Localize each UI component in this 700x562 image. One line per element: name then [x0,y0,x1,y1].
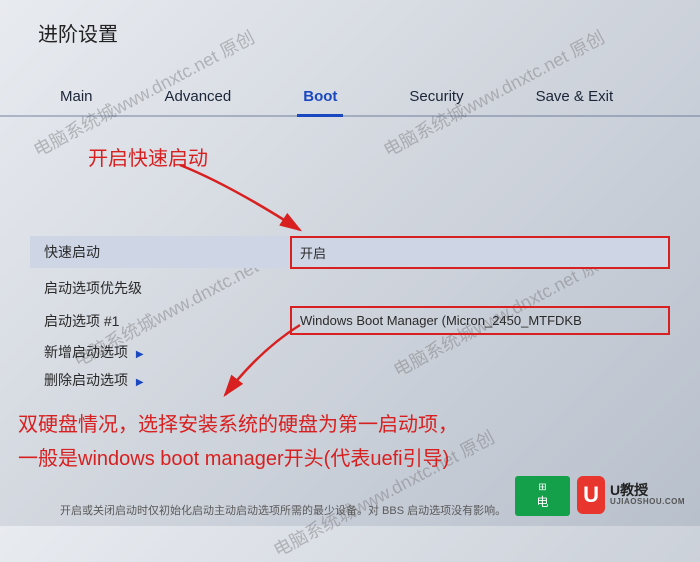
tab-main[interactable]: Main [60,78,93,115]
setting-boot-option-1[interactable]: 启动选项 #1 Windows Boot Manager (Micron_245… [30,306,670,335]
brand1-text: 电 [536,493,548,510]
add-boot-label: 新增启动选项 ▶ [30,342,290,362]
boot-priority-label: 启动选项优先级 [30,278,290,298]
tab-advanced[interactable]: Advanced [165,78,232,115]
footer-help-text: 开启或关闭启动时仅初始化启动主动启动选项所需的最少设备。对 BBS 启动选项没有… [60,502,506,518]
tab-security[interactable]: Security [409,78,463,115]
annotation-fast-boot: 开启快速启动 [88,142,208,171]
fast-boot-label: 快速启动 [30,242,290,262]
boot-option1-label: 启动选项 #1 [30,311,290,331]
setting-delete-boot[interactable]: 删除启动选项 ▶ [30,370,670,390]
add-boot-text: 新增启动选项 [44,344,128,360]
setting-add-boot[interactable]: 新增启动选项 ▶ [30,342,670,362]
brand-badge-2: U U教授 UJIAOSHOU.COM [577,474,685,516]
brand2-main: U教授 [610,483,685,498]
fast-boot-value[interactable]: 开启 [290,236,670,269]
tab-boot[interactable]: Boot [303,78,337,115]
setting-boot-priority: 启动选项优先级 [30,278,670,298]
page-title: 进阶设置 [38,18,118,47]
brand2-icon: U [577,476,605,514]
brand-badge-1: ⊞ 电 [515,476,570,516]
chevron-right-icon: ▶ [136,349,144,360]
delete-boot-text: 删除启动选项 [44,372,128,388]
tab-bar: Main Advanced Boot Security Save & Exit [0,78,700,117]
annotation-dual-disk-2: 一般是windows boot manager开头(代表uefi引导) [18,442,449,471]
chevron-right-icon: ▶ [136,377,144,388]
setting-fast-boot[interactable]: 快速启动 开启 [30,236,670,268]
annotation-dual-disk-1: 双硬盘情况，选择安装系统的硬盘为第一启动项， [18,408,458,437]
tab-save-exit[interactable]: Save & Exit [536,78,614,115]
boot-option1-value[interactable]: Windows Boot Manager (Micron_2450_MTFDKB [290,306,670,335]
brand2-sub: UJIAOSHOU.COM [610,498,685,507]
delete-boot-label: 删除启动选项 ▶ [30,370,290,390]
